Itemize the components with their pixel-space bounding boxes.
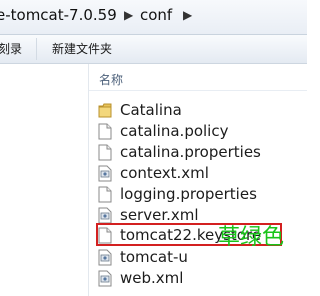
list-item-tomcat-users[interactable]: tomcat-u xyxy=(98,248,288,268)
new-folder-button[interactable]: 新建文件夹 xyxy=(52,40,112,57)
file-name: server.xml xyxy=(120,206,199,224)
header-divider xyxy=(89,90,307,91)
column-header-name[interactable]: 名称 xyxy=(89,64,307,90)
list-item-context-xml[interactable]: context.xml xyxy=(98,164,288,184)
address-bar[interactable]: e-tomcat-7.0.59 ▶ conf ▶ xyxy=(0,0,307,35)
toolbar: 刻录 新建文件夹 xyxy=(0,35,307,64)
file-name: context.xml xyxy=(120,164,209,182)
file-name: catalina.properties xyxy=(120,143,261,161)
breadcrumb-chevron-icon[interactable]: ▶ xyxy=(183,8,192,22)
xml-file-icon xyxy=(98,249,112,266)
toolbar-divider xyxy=(36,38,37,60)
file-name: web.xml xyxy=(120,269,184,287)
breadcrumb-chevron-icon[interactable]: ▶ xyxy=(124,8,133,22)
file-name: logging.properties xyxy=(120,185,257,203)
file-name: catalina.policy xyxy=(120,122,229,140)
file-name: tomcat-u xyxy=(120,248,188,266)
column-header-label: 名称 xyxy=(99,73,124,87)
navigation-pane[interactable] xyxy=(0,64,89,296)
list-item-catalina-policy[interactable]: catalina.policy xyxy=(98,122,288,142)
xml-file-icon xyxy=(98,207,112,224)
file-icon xyxy=(98,144,112,161)
list-item-catalina[interactable]: Catalina xyxy=(98,101,288,121)
xml-file-icon xyxy=(98,165,112,182)
file-name: Catalina xyxy=(120,101,182,119)
breadcrumb-segment-conf[interactable]: conf xyxy=(140,6,172,24)
burn-button[interactable]: 刻录 xyxy=(0,40,22,57)
list-item-web-xml[interactable]: web.xml xyxy=(98,269,288,289)
breadcrumb-segment-tomcat[interactable]: e-tomcat-7.0.59 xyxy=(0,6,117,24)
annotation-text: 草绿色 xyxy=(218,225,285,250)
folder-icon xyxy=(98,103,112,118)
file-icon xyxy=(98,123,112,140)
list-item-catalina-properties[interactable]: catalina.properties xyxy=(98,143,288,163)
list-item-logging-properties[interactable]: logging.properties xyxy=(98,185,288,205)
file-icon xyxy=(98,186,112,203)
xml-file-icon xyxy=(98,270,112,287)
